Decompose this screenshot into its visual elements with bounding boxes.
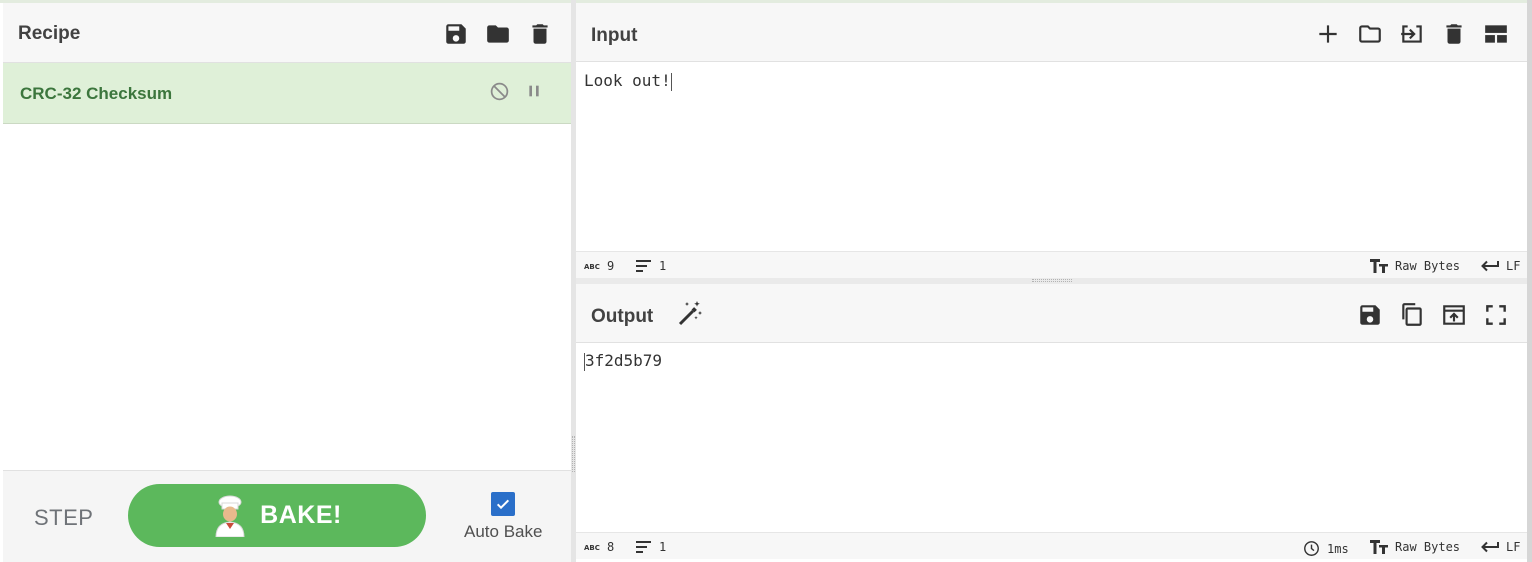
output-line-count: 1	[636, 540, 666, 554]
output-header: Output	[576, 284, 1527, 343]
resizer-grip	[572, 436, 575, 472]
output-status-bar: ABC 8 1 1ms Raw Bytes LF	[576, 532, 1527, 559]
output-char-count: ABC 8	[584, 540, 614, 554]
eol-value: LF	[1506, 540, 1521, 554]
output-panel: Output 3f2d5b79 ABC 8 1 1ms Raw Bytes LF	[576, 284, 1527, 562]
disable-icon[interactable]	[488, 80, 510, 102]
line-count-value: 1	[659, 540, 667, 554]
eol-value: LF	[1506, 259, 1521, 273]
folder-icon[interactable]	[484, 20, 512, 48]
char-count-value: 9	[607, 259, 615, 273]
bake-button[interactable]: BAKE!	[128, 484, 426, 547]
breakpoint-icon[interactable]	[523, 80, 545, 102]
output-text: 3f2d5b79	[585, 351, 663, 370]
input-text: Look out!	[584, 71, 671, 90]
operation-crc32[interactable]: CRC-32 Checksum	[3, 63, 571, 124]
import-icon[interactable]	[1398, 20, 1426, 48]
bake-time-value: 1ms	[1327, 541, 1349, 556]
layout-icon[interactable]	[1482, 20, 1510, 48]
input-status-bar: ABC 9 1 Raw Bytes LF	[576, 251, 1527, 278]
chef-icon	[215, 495, 245, 537]
replace-input-icon[interactable]	[1440, 301, 1468, 329]
return-arrow-icon	[1481, 260, 1499, 272]
save-icon[interactable]	[442, 20, 470, 48]
output-encoding[interactable]: Raw Bytes	[1370, 540, 1460, 554]
recipe-controls: STEP BAKE! Auto Bake	[3, 470, 571, 562]
recipe-title: Recipe	[18, 23, 81, 44]
return-arrow-icon	[1481, 541, 1499, 553]
lines-icon	[636, 260, 651, 272]
abc-icon: ABC	[584, 544, 600, 552]
operation-name: CRC-32 Checksum	[20, 84, 173, 103]
maximize-icon[interactable]	[1482, 301, 1510, 329]
step-button[interactable]: STEP	[34, 505, 93, 531]
bake-time: 1ms	[1303, 540, 1349, 557]
auto-bake-checkbox[interactable]	[491, 492, 515, 516]
input-text-area[interactable]: Look out!	[584, 71, 672, 91]
text-size-icon	[1370, 259, 1388, 273]
text-size-icon	[1370, 540, 1388, 554]
magic-wand-icon[interactable]	[676, 299, 704, 327]
recipe-panel: Recipe CRC-32 Checksum STEP BAKE! Auto B…	[3, 3, 571, 562]
encoding-value: Raw Bytes	[1395, 259, 1461, 273]
svg-text:ABC: ABC	[584, 263, 600, 271]
input-header-icons	[1300, 20, 1510, 48]
trash-icon[interactable]	[1440, 20, 1468, 48]
input-title: Input	[591, 25, 638, 46]
line-count-value: 1	[659, 259, 667, 273]
char-count-value: 8	[607, 540, 615, 554]
trash-icon[interactable]	[526, 20, 554, 48]
text-caret	[670, 72, 672, 91]
input-char-count: ABC 9	[584, 259, 614, 273]
lines-icon	[636, 541, 651, 553]
input-encoding[interactable]: Raw Bytes	[1370, 259, 1460, 273]
input-header: Input	[576, 3, 1527, 62]
scrollbar[interactable]	[1527, 0, 1532, 562]
encoding-value: Raw Bytes	[1395, 540, 1461, 554]
bake-label: BAKE!	[260, 501, 342, 529]
auto-bake-label: Auto Bake	[464, 522, 543, 541]
folder-icon[interactable]	[1356, 20, 1384, 48]
resizer-grip	[1032, 279, 1072, 282]
output-title: Output	[591, 306, 654, 327]
abc-icon: ABC	[584, 263, 600, 271]
svg-text:ABC: ABC	[584, 544, 600, 552]
output-eol[interactable]: LF	[1481, 540, 1520, 554]
output-header-icons	[1342, 301, 1510, 329]
input-panel: Input Look out! ABC 9 1 Raw Bytes LF	[576, 3, 1527, 278]
save-icon[interactable]	[1356, 301, 1384, 329]
output-text-area[interactable]: 3f2d5b79	[584, 351, 662, 371]
input-line-count: 1	[636, 259, 666, 273]
recipe-header: Recipe	[3, 3, 571, 63]
clock-icon	[1304, 541, 1319, 556]
recipe-header-icons	[428, 20, 554, 48]
input-eol[interactable]: LF	[1481, 259, 1520, 273]
copy-icon[interactable]	[1398, 301, 1426, 329]
plus-icon[interactable]	[1314, 20, 1342, 48]
